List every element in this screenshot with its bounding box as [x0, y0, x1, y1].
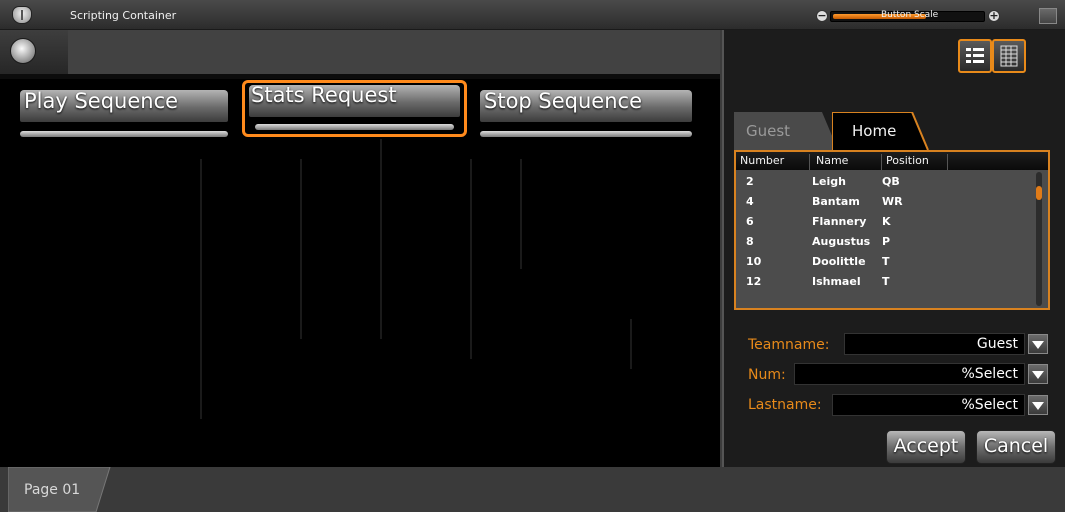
table-row[interactable]: 2 Leigh QB: [736, 172, 1036, 192]
scale-decrease-button[interactable]: −: [816, 10, 828, 22]
button-status-bar: [20, 131, 228, 137]
app-icon[interactable]: [12, 6, 32, 24]
cell-name: Flannery: [812, 215, 867, 228]
page-tab-bar: Page 01: [0, 467, 1065, 512]
num-select[interactable]: %Select: [794, 363, 1025, 385]
title-bar: Scripting Container − Button Scale +: [0, 0, 1065, 30]
guide-line: [380, 139, 382, 339]
maximize-button[interactable]: [1039, 8, 1057, 24]
table-row[interactable]: 6 Flannery K: [736, 212, 1036, 232]
tab-home-label: Home: [852, 122, 897, 140]
cell-number: 4: [746, 195, 754, 208]
table-row[interactable]: 4 Bantam WR: [736, 192, 1036, 212]
window-title: Scripting Container: [70, 9, 177, 22]
stop-sequence-button[interactable]: Stop Sequence: [478, 87, 694, 142]
accept-button[interactable]: Accept: [886, 430, 966, 464]
cell-position: QB: [882, 175, 900, 188]
column-header-name[interactable]: Name: [816, 154, 882, 170]
button-label: Stop Sequence: [484, 89, 643, 113]
scale-increase-button[interactable]: +: [988, 10, 1000, 22]
num-dropdown-icon[interactable]: [1028, 364, 1048, 384]
cancel-button[interactable]: Cancel: [976, 430, 1056, 464]
table-header: Number Name Position: [736, 152, 1048, 170]
guide-line: [520, 159, 522, 269]
page-tab-label: Page 01: [24, 482, 81, 498]
lastname-dropdown-icon[interactable]: [1028, 395, 1048, 415]
cell-position: P: [882, 235, 891, 248]
button-label: Stats Request: [251, 83, 397, 107]
left-rail: [0, 30, 68, 75]
cell-position: T: [882, 255, 890, 268]
button-status-bar: [255, 124, 454, 130]
tab-home[interactable]: Home: [831, 111, 940, 151]
button-label: Play Sequence: [24, 89, 179, 113]
toolbar-strip: [68, 30, 720, 75]
lastname-select[interactable]: %Select: [832, 394, 1025, 416]
stats-request-button[interactable]: Stats Request: [242, 80, 467, 137]
cell-number: 6: [746, 215, 754, 228]
lastname-label: Lastname:: [748, 397, 822, 413]
cell-position: T: [882, 275, 890, 288]
tab-guest-label: Guest: [746, 122, 791, 140]
cell-number: 2: [746, 175, 754, 188]
button-scale-label: Button Scale: [881, 10, 939, 20]
teamname-value: Guest: [976, 336, 1018, 352]
guide-line: [300, 159, 302, 339]
scroll-thumb[interactable]: [1036, 186, 1042, 200]
play-sequence-button[interactable]: Play Sequence: [18, 87, 230, 142]
cell-name: Ishmael: [812, 275, 861, 288]
guide-line: [200, 159, 202, 419]
teamname-dropdown-icon[interactable]: [1028, 334, 1048, 354]
page-tab-01[interactable]: Page 01: [8, 467, 126, 512]
cell-position: K: [882, 215, 891, 228]
teamname-select[interactable]: Guest: [844, 333, 1025, 355]
list-view-glyph: [966, 48, 984, 63]
guide-line: [630, 319, 632, 369]
grid-view-icon[interactable]: [992, 39, 1026, 73]
roster-scrollbar[interactable]: [1036, 172, 1042, 306]
roster-table[interactable]: Number Name Position 2 Leigh QB 4 Bantam WR 6 F…: [734, 150, 1050, 310]
button-status-bar: [480, 131, 692, 137]
guide-line: [470, 159, 472, 359]
grid-view-glyph: [1000, 45, 1018, 67]
num-value: %Select: [961, 366, 1019, 382]
cell-name: Bantam: [812, 195, 860, 208]
cell-position: WR: [882, 195, 903, 208]
column-header-number[interactable]: Number: [740, 154, 810, 170]
right-panel: Guest Home Number Name Position 2 Leigh QB…: [722, 30, 1065, 467]
num-label: Num:: [748, 367, 786, 383]
table-row[interactable]: 12 Ishmael T: [736, 272, 1036, 292]
cell-name: Leigh: [812, 175, 846, 188]
list-view-icon[interactable]: [958, 39, 992, 73]
table-row[interactable]: 10 Doolittle T: [736, 252, 1036, 272]
button-scale-slider[interactable]: Button Scale: [830, 10, 985, 22]
cell-name: Doolittle: [812, 255, 866, 268]
lastname-value: %Select: [961, 397, 1019, 413]
cell-number: 8: [746, 235, 754, 248]
cell-number: 10: [746, 255, 762, 268]
cell-name: Augustus: [812, 235, 871, 248]
column-header-position[interactable]: Position: [886, 154, 948, 170]
table-row[interactable]: 8 Augustus P: [736, 232, 1036, 252]
teamname-label: Teamname:: [748, 337, 830, 353]
cell-number: 12: [746, 275, 762, 288]
home-knob-icon[interactable]: [10, 38, 36, 64]
